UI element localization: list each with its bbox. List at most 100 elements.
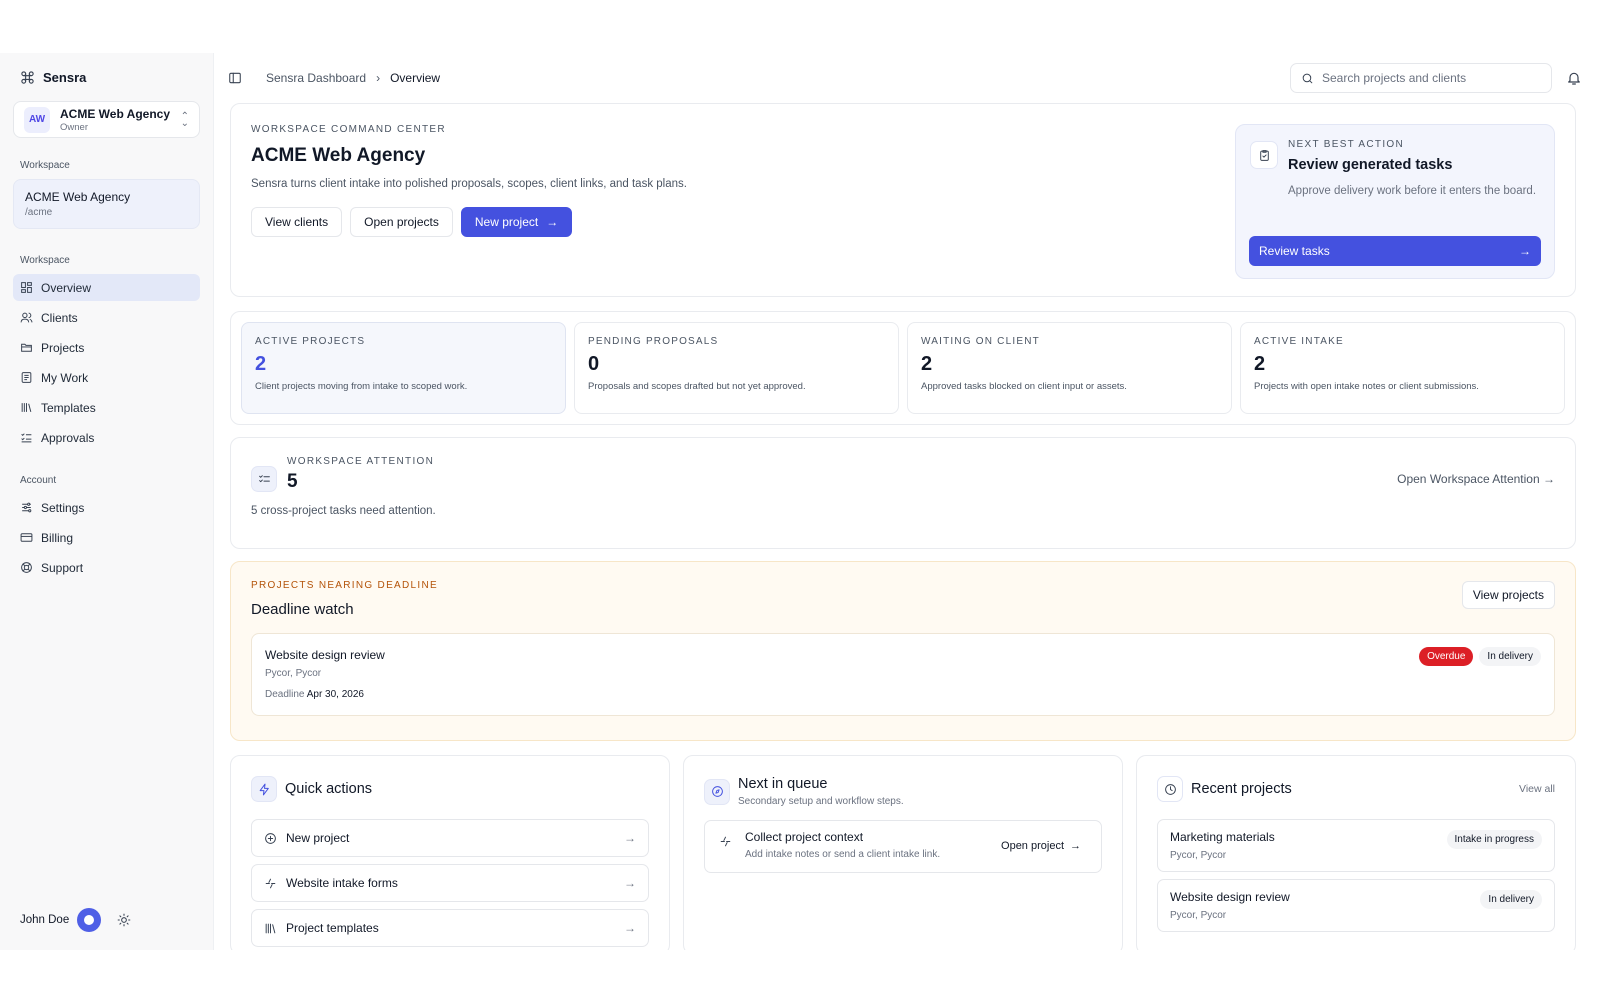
sidebar-item-projects[interactable]: Projects [13,334,200,361]
list-check-icon [21,433,32,443]
sidebar-item-support[interactable]: Support [13,554,200,581]
view-clients-button[interactable]: View clients [251,207,343,237]
deadline-item-clients: Pycor, Pycor [265,668,322,679]
attention-eyebrow: WORKSPACE ATTENTION [287,456,435,467]
sidebar-item-label: Projects [41,340,85,355]
next-best-action-card: NEXT BEST ACTION Review generated tasks … [1235,124,1555,279]
review-tasks-button[interactable]: Review tasks → [1249,236,1541,266]
recent-project-clients: Pycor, Pycor [1170,850,1227,861]
stat-label: WAITING ON CLIENT [921,336,1040,347]
folder-icon [21,343,32,352]
search-input[interactable]: Search projects and clients [1290,63,1552,93]
brand[interactable]: Sensra [13,53,200,101]
workspace-switcher-role: Owner [60,121,88,133]
quick-action-intake-forms[interactable]: Website intake forms → [251,864,649,902]
deadline-item-name: Website design review [265,648,385,662]
recent-projects-title: Recent projects [1191,781,1292,797]
command-icon [21,70,34,84]
chevron-right-icon: › [376,71,381,85]
queue-subtitle: Secondary setup and workflow steps. [738,796,904,807]
view-all-link[interactable]: View all [1519,783,1555,795]
workspace-switcher-name: ACME Web Agency [60,106,171,121]
arrow-right-icon: → [546,215,559,229]
open-project-label: Open project [1001,840,1064,852]
sidebar-item-label: Approvals [41,430,95,445]
stat-card-active-intake[interactable]: ACTIVE INTAKE 2 Projects with open intak… [1240,322,1565,414]
status-badge: In delivery [1479,647,1541,666]
breadcrumb-current: Overview [390,71,441,85]
sidebar-toggle-icon[interactable] [228,71,242,85]
open-projects-button[interactable]: Open projects [350,207,453,237]
sidebar-item-label: Clients [41,310,78,325]
open-project-button[interactable]: Open project → [1001,840,1081,852]
lightning-icon [251,776,277,802]
list-check-icon [251,466,277,492]
compass-icon [704,778,730,805]
workspace-avatar: AW [24,106,50,133]
recent-project-item[interactable]: Website design review Pycor, Pycor In de… [1157,879,1555,932]
workspace-card-slug: /acme [25,207,53,218]
workspace-card-name: ACME Web Agency [25,190,131,204]
queue-item[interactable]: Collect project context Add intake notes… [704,820,1102,873]
nba-title: Review generated tasks [1288,157,1453,173]
new-project-button[interactable]: New project → [460,207,573,237]
sidebar-item-label: Templates [41,400,96,415]
sidebar: Sensra AW ACME Web Agency Owner ⌃ ⌄ Works… [0,53,214,950]
sidebar-section-label: Account [20,475,57,486]
new-project-label: New project [474,215,539,229]
sidebar-item-label: Overview [41,280,92,295]
breadcrumb-root[interactable]: Sensra Dashboard [266,71,366,85]
deadline-item[interactable]: Website design review Pycor, Pycor Deadl… [251,633,1555,716]
stat-value: 2 [921,353,933,375]
hero-card: WORKSPACE COMMAND CENTER ACME Web Agency… [230,103,1576,297]
user-menu[interactable]: John Doe [20,908,131,932]
search-placeholder: Search projects and clients [1322,71,1467,85]
content: WORKSPACE COMMAND CENTER ACME Web Agency… [230,103,1576,950]
sidebar-item-my-work[interactable]: My Work [13,364,200,391]
deadline-eyebrow: PROJECTS NEARING DEADLINE [251,580,438,591]
quick-action-project-templates[interactable]: Project templates → [251,909,649,947]
sidebar-item-billing[interactable]: Billing [13,524,200,551]
nba-description: Approve delivery work before it enters t… [1288,185,1537,197]
arrow-right-icon: → [624,876,636,890]
sidebar-item-clients[interactable]: Clients [13,304,200,331]
arrow-right-icon: → [1543,472,1555,486]
sidebar-item-label: Support [41,560,84,575]
quick-action-label: Website intake forms [286,876,398,890]
next-in-queue-card: Next in queue Secondary setup and workfl… [683,755,1123,950]
quick-action-new-project[interactable]: New project → [251,819,649,857]
stat-card-waiting-on-client[interactable]: WAITING ON CLIENT 2 Approved tasks block… [907,322,1232,414]
sidebar-item-templates[interactable]: Templates [13,394,200,421]
checklist-icon [21,372,32,383]
sliders-icon [22,502,32,513]
card-icon [20,533,33,542]
bell-icon[interactable] [1566,70,1582,86]
library-icon [21,403,32,412]
stat-card-pending-proposals[interactable]: PENDING PROPOSALS 0 Proposals and scopes… [574,322,899,414]
attention-link-label: Open Workspace Attention [1397,472,1540,486]
sidebar-item-overview[interactable]: Overview [13,274,200,301]
view-projects-button[interactable]: View projects [1461,581,1555,609]
stat-label: ACTIVE INTAKE [1254,336,1344,347]
quick-actions-title: Quick actions [285,781,373,797]
clipboard-icon [1250,141,1278,169]
sun-icon[interactable] [117,913,131,927]
sidebar-section-label: Workspace [20,255,70,266]
avatar[interactable] [77,908,102,932]
stat-value: 2 [1254,353,1266,375]
spark-icon [265,878,276,888]
workspace-card[interactable]: ACME Web Agency /acme [13,179,200,229]
queue-title: Next in queue [738,776,828,792]
workspace-switcher[interactable]: AW ACME Web Agency Owner ⌃ ⌄ [13,101,200,138]
grid-icon [21,282,32,293]
sidebar-item-approvals[interactable]: Approvals [13,424,200,451]
stat-value: 2 [255,353,267,375]
stat-card-active-projects[interactable]: ACTIVE PROJECTS 2 Client projects moving… [241,322,566,414]
recent-project-item[interactable]: Marketing materials Pycor, Pycor Intake … [1157,819,1555,872]
user-name: John Doe [20,914,70,926]
stat-note: Client projects moving from intake to sc… [255,381,468,392]
deadline-label: Deadline [265,689,305,700]
open-workspace-attention-link[interactable]: Open Workspace Attention → [1397,472,1555,486]
chevrons-up-down-icon: ⌃ ⌄ [180,110,189,129]
sidebar-item-settings[interactable]: Settings [13,494,200,521]
